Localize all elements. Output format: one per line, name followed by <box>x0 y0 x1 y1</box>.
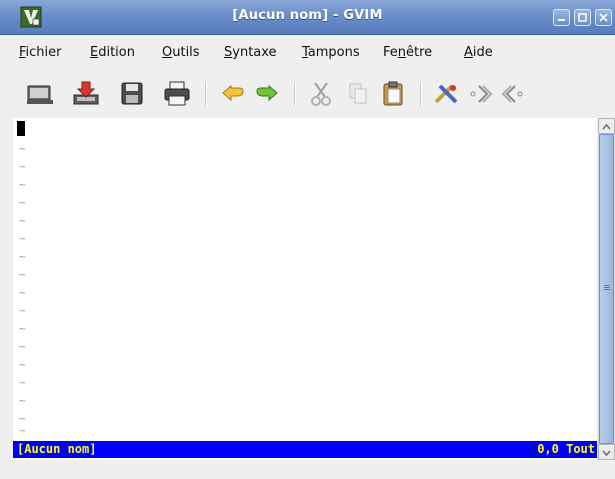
chevron-up-icon <box>602 123 611 130</box>
menu-outils[interactable]: Outils <box>162 45 200 60</box>
redo-button[interactable] <box>251 80 281 108</box>
menu-edition[interactable]: Edition <box>90 45 135 60</box>
empty-line-marker: ~ <box>19 376 26 389</box>
empty-line-marker: ~ <box>19 160 26 173</box>
find-prev-icon <box>501 85 523 103</box>
menu-syntaxe[interactable]: Syntaxe <box>224 45 277 60</box>
empty-line-marker: ~ <box>19 232 26 245</box>
menu-fichier[interactable]: Fichier <box>19 45 62 60</box>
open-button[interactable] <box>25 80 55 108</box>
menu-aide[interactable]: Aide <box>464 45 493 60</box>
paste-icon <box>383 81 403 106</box>
empty-line-marker: ~ <box>19 340 26 353</box>
scroll-thumb[interactable] <box>599 134 614 444</box>
empty-line-marker: ~ <box>19 214 26 227</box>
cut-icon <box>311 82 331 106</box>
print-icon <box>164 81 190 106</box>
replace-icon <box>434 84 458 104</box>
menu-bar: Fichier Edition Outils Syntaxe Tampons F… <box>0 35 615 68</box>
menu-fenetre[interactable]: Fenêtre <box>383 45 432 60</box>
save-down-button[interactable] <box>71 80 101 108</box>
status-line: [Aucun nom] 0,0 Tout <box>13 441 597 458</box>
save-down-icon <box>73 81 99 105</box>
empty-line-marker: ~ <box>19 358 26 371</box>
text-cursor <box>17 121 25 136</box>
find-next-button[interactable] <box>466 80 496 108</box>
empty-line-marker: ~ <box>19 268 26 281</box>
status-filename: [Aucun nom] <box>17 442 97 456</box>
command-line[interactable] <box>0 460 615 479</box>
open-icon <box>27 85 53 104</box>
save-icon <box>121 82 143 105</box>
find-next-icon <box>470 85 493 103</box>
print-button[interactable] <box>162 80 192 108</box>
undo-button[interactable] <box>219 80 249 108</box>
editor-area[interactable]: ~ ~ ~ ~ ~ ~ ~ ~ ~ ~ ~ ~ ~ ~ ~ ~ ~ <box>13 118 597 460</box>
minimize-button[interactable] <box>553 9 570 26</box>
maximize-button[interactable] <box>574 9 591 26</box>
empty-line-marker: ~ <box>19 322 26 335</box>
title-bar[interactable]: [Aucun nom] - GVIM <box>0 0 615 35</box>
empty-line-marker: ~ <box>19 250 26 263</box>
scroll-up-button[interactable] <box>598 118 615 134</box>
empty-line-marker: ~ <box>19 286 26 299</box>
close-icon <box>599 13 608 22</box>
empty-line-marker: ~ <box>19 196 26 209</box>
grip-icon <box>604 285 610 286</box>
scroll-down-button[interactable] <box>598 444 615 460</box>
minimize-icon <box>558 19 565 21</box>
paste-button[interactable] <box>378 80 408 108</box>
window-title: [Aucun nom] - GVIM <box>232 8 383 23</box>
close-button[interactable] <box>595 9 612 26</box>
empty-line-marker: ~ <box>19 142 26 155</box>
empty-line-marker: ~ <box>19 178 26 191</box>
cut-button[interactable] <box>306 80 336 108</box>
copy-icon <box>349 83 367 104</box>
empty-line-marker: ~ <box>19 304 26 317</box>
save-button[interactable] <box>117 80 147 108</box>
status-position: 0,0 Tout <box>537 442 595 456</box>
toolbar <box>0 70 615 116</box>
toolbar-separator <box>420 82 422 106</box>
toolbar-separator <box>205 82 207 106</box>
find-prev-button[interactable] <box>498 80 528 108</box>
redo-icon <box>256 84 278 102</box>
maximize-icon <box>578 13 587 22</box>
vertical-scrollbar[interactable] <box>598 118 615 460</box>
empty-line-marker: ~ <box>19 394 26 407</box>
empty-line-marker: ~ <box>19 424 26 437</box>
replace-button[interactable] <box>432 80 462 108</box>
undo-icon <box>222 84 244 102</box>
toolbar-separator <box>294 82 296 106</box>
copy-button[interactable] <box>343 80 373 108</box>
chevron-down-icon <box>602 450 611 457</box>
menu-tampons[interactable]: Tampons <box>302 45 360 60</box>
